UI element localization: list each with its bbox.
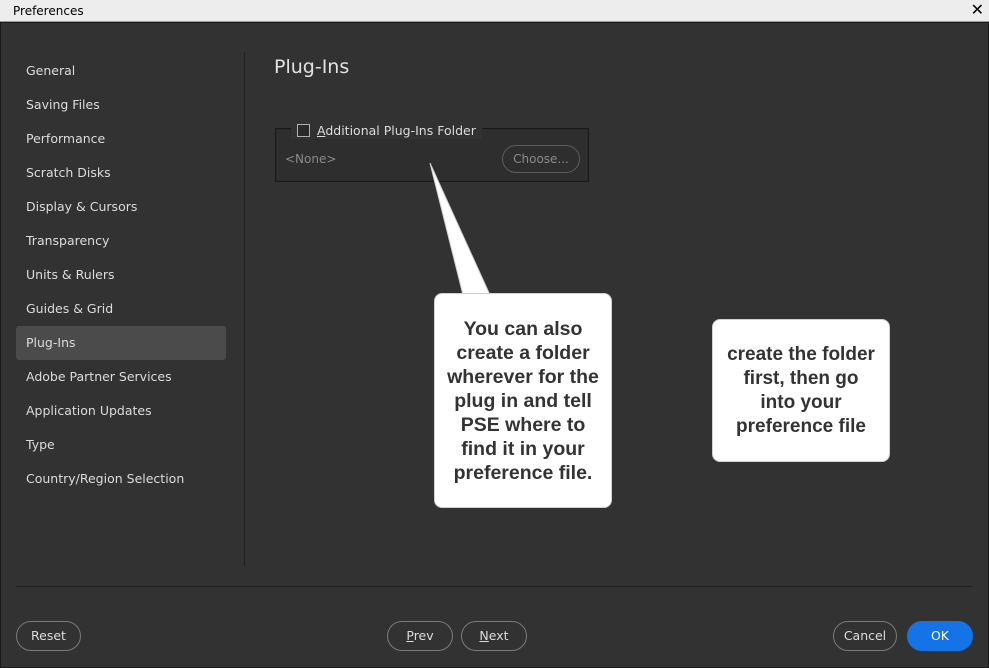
annotation-note-text: create the folder first, then go into yo… [727,343,875,437]
annotation-callout: You can also create a folder wherever fo… [434,293,612,508]
ok-button[interactable]: OK [907,621,973,651]
reset-button[interactable]: Reset [16,621,81,651]
next-button[interactable]: Next [461,621,527,651]
next-rest: ext [488,628,509,643]
cancel-button[interactable]: Cancel [833,621,897,651]
footer-divider [16,586,972,587]
next-mnemonic: N [479,628,489,643]
annotation-callout-text: You can also create a folder wherever fo… [447,317,599,484]
prev-mnemonic: P [406,628,414,643]
annotation-note: create the folder first, then go into yo… [712,319,890,462]
prev-button[interactable]: Prev [387,621,453,651]
prev-rest: rev [413,628,434,643]
